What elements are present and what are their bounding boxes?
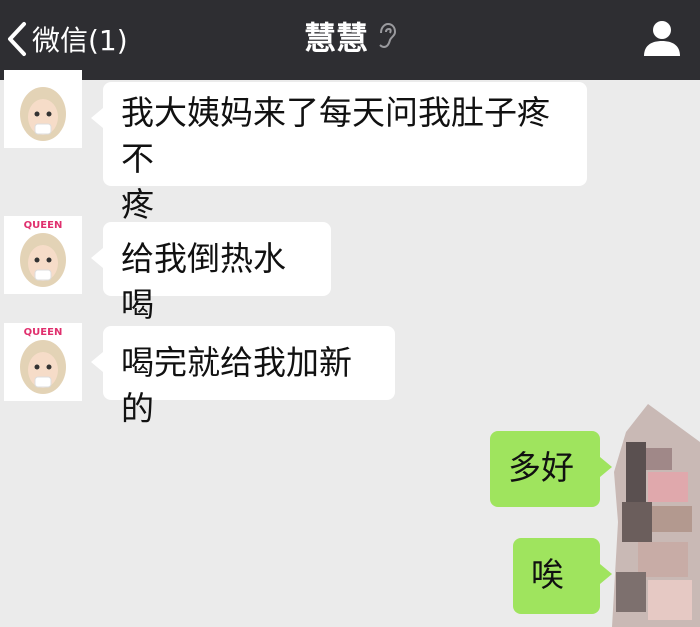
contact-avatar[interactable]: QUEEN: [4, 216, 82, 294]
message-bubble-outgoing[interactable]: 唉: [513, 538, 612, 614]
contact-avatar[interactable]: QUEEN: [4, 323, 82, 401]
message-bubble-outgoing[interactable]: 多好: [490, 431, 612, 507]
message-bubble-incoming[interactable]: 喝完就给我加新的: [91, 326, 395, 428]
profile-button[interactable]: [642, 18, 682, 58]
own-avatar[interactable]: [608, 402, 700, 627]
message-bubble-incoming[interactable]: 给我倒热水喝: [91, 222, 331, 324]
message-text: 唉: [531, 555, 564, 594]
message-text: 给我倒热水喝: [121, 239, 286, 324]
contact-avatar[interactable]: [4, 70, 82, 148]
chat-header: 微信(1) 慧慧: [0, 0, 700, 80]
avatar-badge: QUEEN: [24, 327, 63, 338]
message-bubble-incoming[interactable]: 我大姨妈来了每天问我肚子疼不 疼: [91, 82, 587, 224]
message-text: 多好: [508, 448, 574, 487]
profile-icon: [644, 21, 680, 56]
chat-title: 慧慧: [303, 19, 368, 57]
avatar-badge: QUEEN: [24, 220, 63, 231]
message-text-line: 我大姨妈来了每天问我肚子疼不: [121, 93, 550, 178]
message-text: 喝完就给我加新的: [121, 343, 352, 428]
earpiece-icon: [378, 14, 397, 62]
